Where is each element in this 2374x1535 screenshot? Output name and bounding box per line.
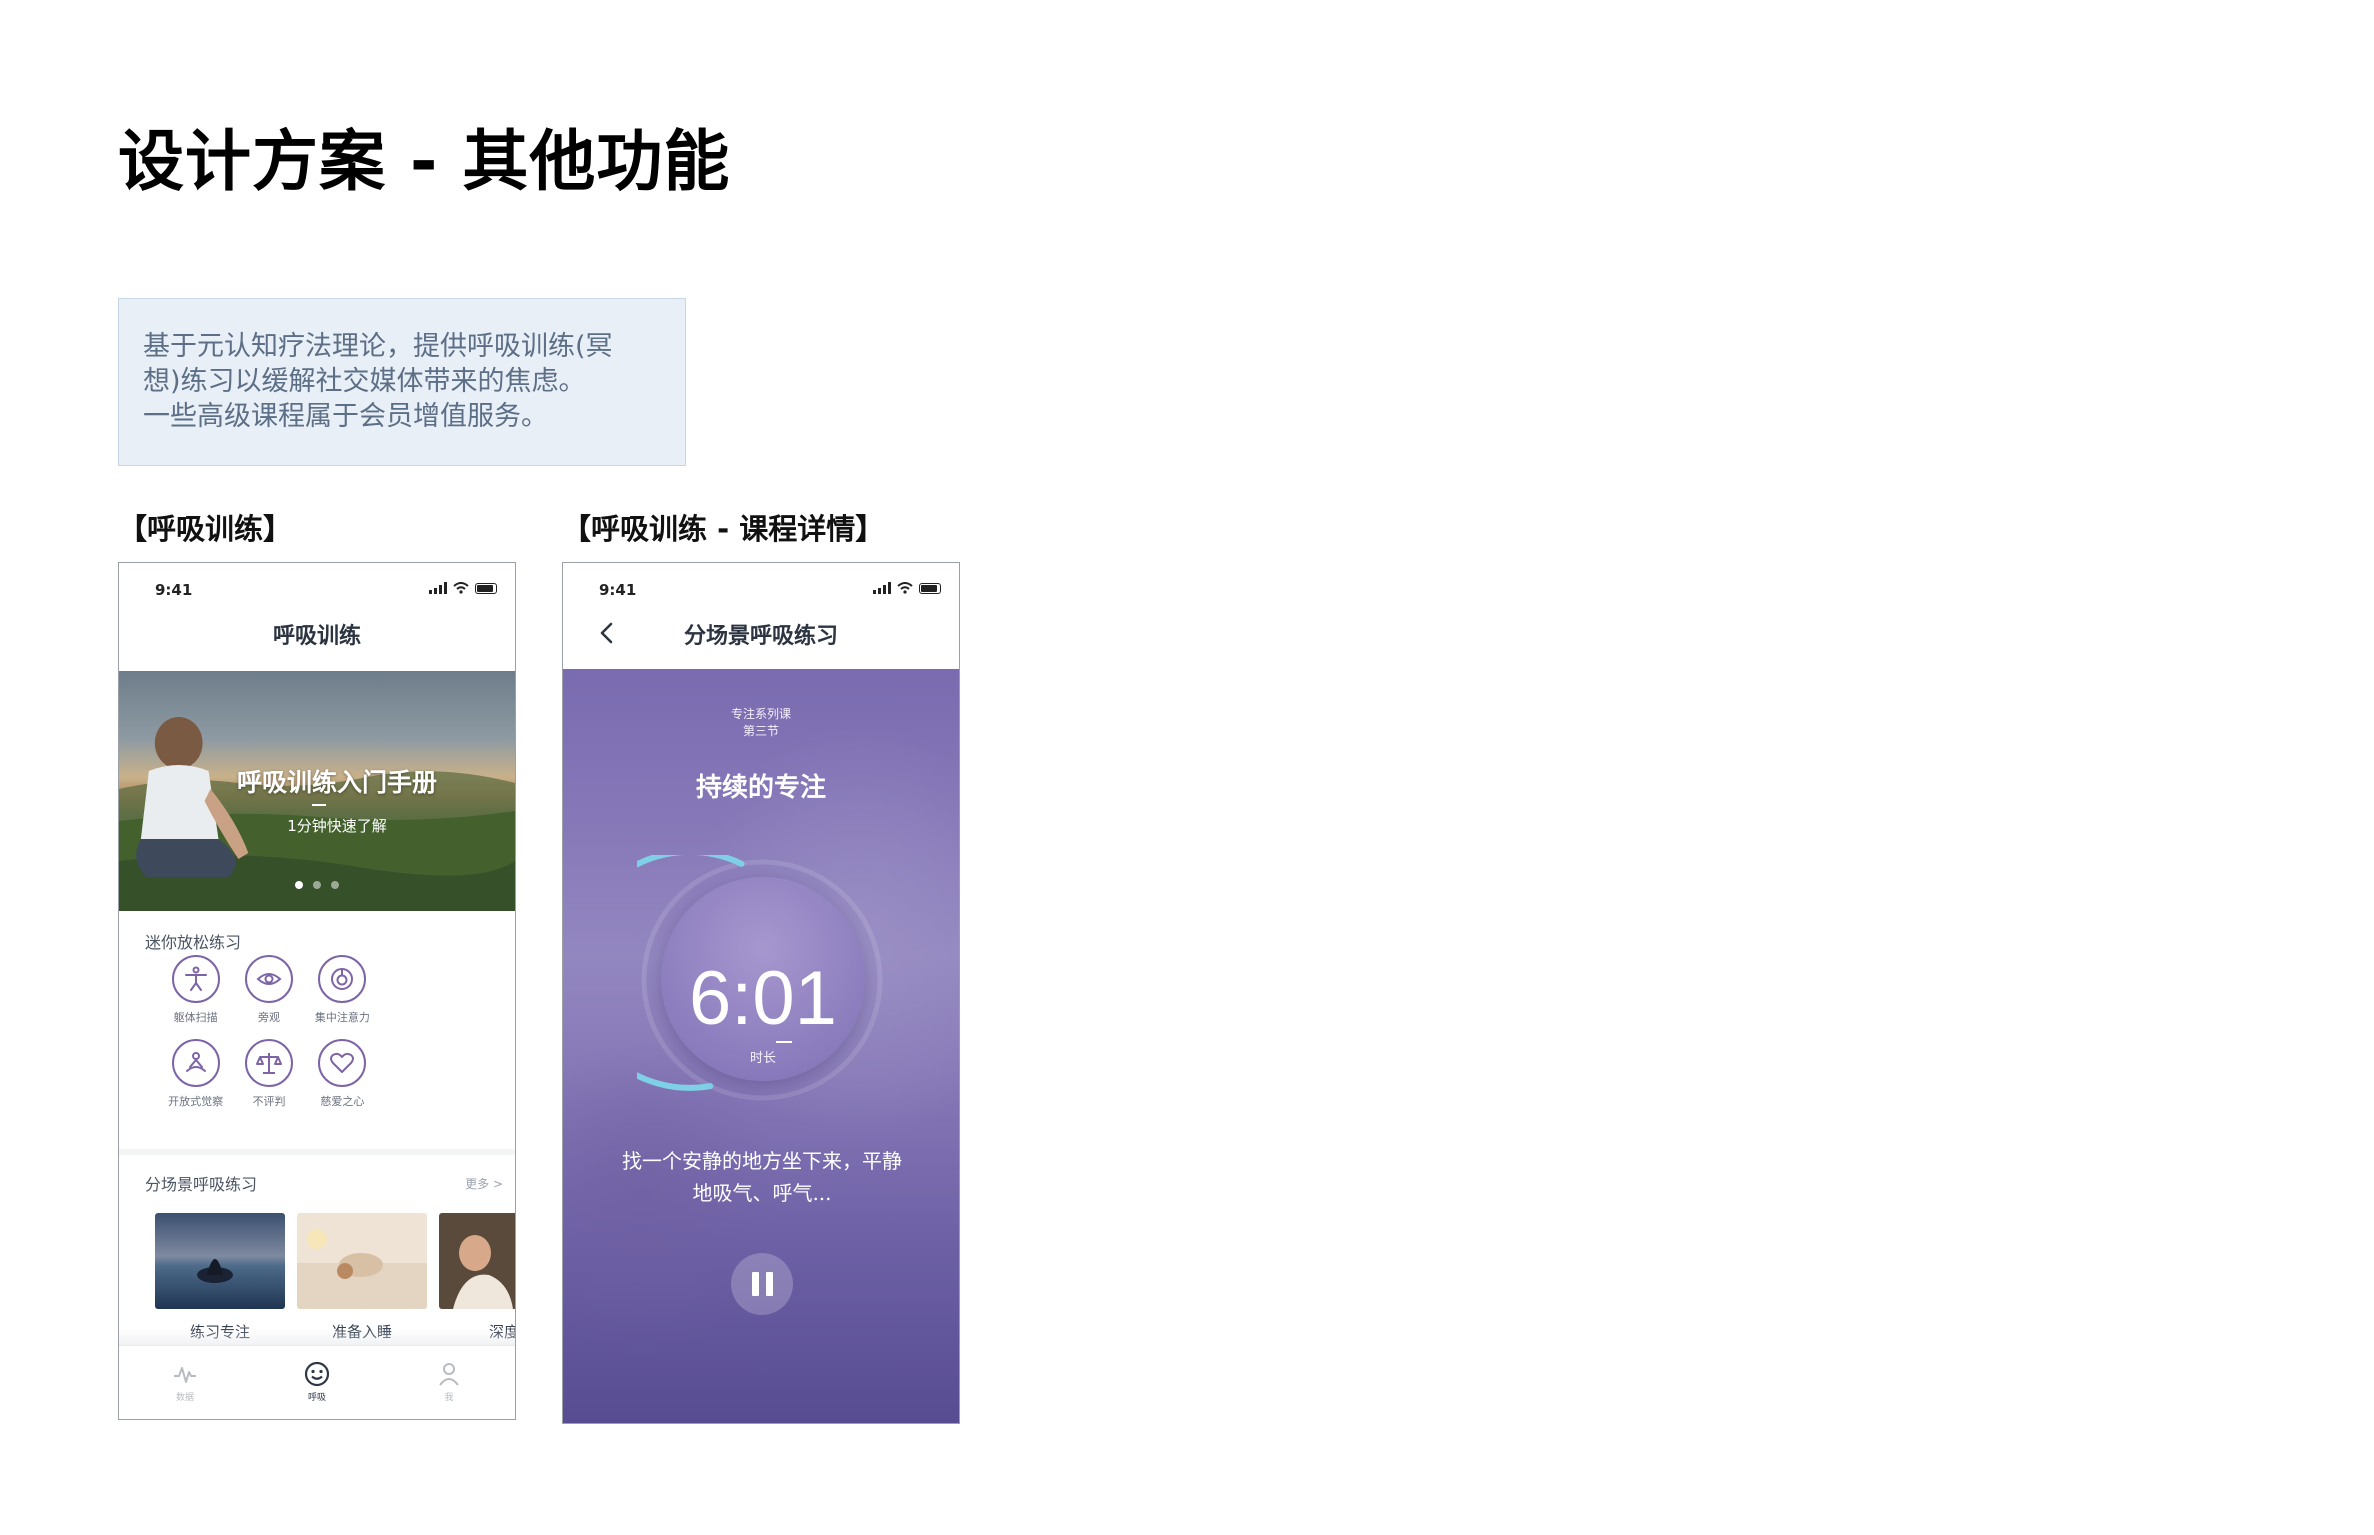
open-awareness-icon — [171, 1039, 220, 1087]
banner-title: 呼吸训练入门手册 — [236, 768, 437, 797]
scene-card-deep[interactable]: 深度 — [439, 1213, 515, 1342]
course-lesson: 第三节 — [742, 724, 779, 738]
smile-icon — [304, 1361, 330, 1387]
mini-item-label: 慈爱之心 — [320, 1095, 365, 1108]
pause-icon — [765, 1272, 773, 1296]
more-link[interactable]: 更多 > — [465, 1175, 503, 1192]
scene-image-sleep — [297, 1213, 427, 1309]
course-title: 持续的专注 — [695, 773, 826, 803]
mini-item-body-scan[interactable]: 躯体扫描 — [159, 955, 232, 1025]
pulse-icon — [174, 1367, 196, 1383]
status-icons — [873, 581, 941, 595]
signal-icon — [429, 582, 447, 594]
mini-item-label: 集中注意力 — [314, 1011, 370, 1024]
mini-item-focus[interactable]: 集中注意力 — [306, 955, 379, 1025]
tab-breathing[interactable]: 呼吸 — [251, 1346, 383, 1419]
bottom-tab-bar: 数据 呼吸 我 — [119, 1328, 515, 1419]
description-line: 基于元认知疗法理论，提供呼吸训练(冥 — [143, 331, 613, 362]
mini-practice-grid: 躯体扫描 旁观 集中注意力 开放式觉察 不评判 慈爱之心 — [159, 955, 379, 1109]
scene-image-focus — [155, 1213, 285, 1309]
course-series: 专注系列课 — [730, 707, 791, 721]
carousel-dots[interactable] — [119, 881, 515, 889]
status-time: 9:41 — [155, 581, 193, 599]
wifi-icon — [897, 582, 913, 594]
scene-practice-title: 分场景呼吸练习 — [145, 1175, 258, 1194]
description-line: 想)练习以缓解社交媒体带来的焦虑。 — [143, 366, 586, 397]
timer-value: 6:01 — [689, 956, 837, 1041]
mini-item-open-awareness[interactable]: 开放式觉察 — [159, 1039, 232, 1109]
instruction-line: 找一个安静的地方坐下来，平静 — [622, 1149, 902, 1173]
tab-label: 我 — [444, 1393, 454, 1403]
balance-scale-icon — [244, 1039, 293, 1087]
nav-title: 呼吸训练 — [272, 624, 361, 649]
description-line: 一些高级课程属于会员增值服务。 — [143, 401, 548, 432]
tab-label: 数据 — [175, 1393, 194, 1403]
body-scan-icon — [171, 955, 220, 1003]
battery-icon — [475, 582, 497, 594]
carousel-dot[interactable] — [331, 881, 339, 889]
phone-course-detail: 9:41 分场景呼吸练习 专注系列课 第三节 持续的专注 6:01 时长 找一个… — [562, 562, 960, 1424]
tab-data[interactable]: 数据 — [119, 1346, 251, 1419]
description-box: 基于元认知疗法理论，提供呼吸训练(冥 想)练习以缓解社交媒体带来的焦虑。 一些高… — [118, 298, 686, 466]
signal-icon — [873, 582, 891, 594]
player-area: 专注系列课 第三节 持续的专注 6:01 时长 找一个安静的地方坐下来，平静 地… — [563, 669, 959, 1423]
status-icons — [429, 581, 497, 595]
carousel-dot[interactable] — [313, 881, 321, 889]
scene-card-row: 练习专注 准备入睡 深度 — [155, 1213, 515, 1342]
page-title: 设计方案 - 其他功能 — [118, 123, 731, 200]
mini-item-label: 躯体扫描 — [173, 1011, 218, 1024]
screen-label-breathing: 【呼吸训练】 — [118, 512, 293, 546]
tab-me[interactable]: 我 — [383, 1346, 515, 1419]
pause-icon — [751, 1272, 759, 1296]
screen-label-course-detail: 【呼吸训练 - 课程详情】 — [562, 512, 885, 546]
banner-carousel[interactable]: 呼吸训练入门手册 1分钟快速了解 — [119, 671, 515, 911]
banner-subtitle: 1分钟快速了解 — [287, 817, 387, 835]
scene-card-sleep[interactable]: 准备入睡 — [297, 1213, 427, 1342]
section-divider — [119, 1149, 515, 1155]
instruction-text: 找一个安静的地方坐下来，平静 地吸气、呼气... — [603, 1145, 921, 1209]
scene-image-deep — [439, 1213, 515, 1309]
timer-label: 时长 — [749, 1051, 776, 1066]
pause-button[interactable] — [731, 1253, 793, 1315]
mini-item-observe[interactable]: 旁观 — [232, 955, 305, 1025]
timer-divider — [776, 1041, 792, 1043]
heart-icon — [318, 1039, 367, 1087]
tab-label: 呼吸 — [307, 1393, 326, 1403]
nav-title: 分场景呼吸练习 — [683, 624, 838, 649]
banner-divider — [312, 804, 326, 806]
timer: 6:01 时长 — [637, 855, 887, 1105]
instruction-line: 地吸气、呼气... — [692, 1181, 832, 1205]
mini-item-label: 开放式觉察 — [168, 1095, 224, 1108]
status-time: 9:41 — [599, 581, 637, 599]
mini-item-loving-kindness[interactable]: 慈爱之心 — [306, 1039, 379, 1109]
status-bar: 9:41 — [563, 563, 959, 609]
battery-icon — [919, 582, 941, 594]
focus-target-icon — [318, 955, 367, 1003]
timer-disc: 6:01 时长 — [661, 877, 865, 1081]
mini-item-non-judging[interactable]: 不评判 — [232, 1039, 305, 1109]
user-icon — [439, 1363, 459, 1386]
mini-item-label: 旁观 — [257, 1011, 280, 1024]
carousel-dot[interactable] — [295, 881, 303, 889]
mini-practice-title: 迷你放松练习 — [145, 933, 242, 952]
wifi-icon — [453, 582, 469, 594]
phone-breathing-training: 9:41 呼吸训练 呼吸训练入门手册 1分钟快速了解 迷你放松练习 躯体扫描 旁… — [118, 562, 516, 1420]
status-bar: 9:41 — [119, 563, 515, 609]
mini-item-label: 不评判 — [252, 1095, 286, 1108]
scene-card-focus[interactable]: 练习专注 — [155, 1213, 285, 1342]
eye-icon — [244, 955, 293, 1003]
